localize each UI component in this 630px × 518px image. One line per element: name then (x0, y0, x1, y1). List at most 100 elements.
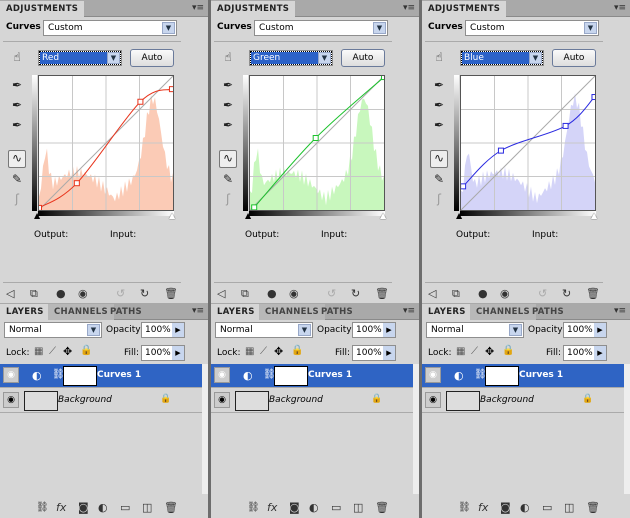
channel-select[interactable]: Green ▼ (249, 50, 333, 66)
opacity-input[interactable]: 100% ▶ (352, 322, 396, 338)
curves-graph[interactable] (460, 75, 598, 211)
lock-all-icon[interactable]: 🔒 (80, 345, 92, 356)
lock-transparent-icon[interactable]: ▦ (456, 346, 465, 357)
white-slider[interactable]: ▲ (380, 211, 386, 220)
new-adjustment-icon[interactable]: ◐ (309, 501, 319, 514)
tab-paths[interactable]: PATHS (315, 304, 359, 320)
mask-icon[interactable]: ● (267, 287, 277, 300)
add-mask-icon[interactable]: ◙ (289, 501, 300, 514)
fill-input[interactable]: 100% ▶ (352, 345, 396, 361)
curve-point[interactable] (312, 135, 319, 142)
visibility-icon[interactable]: ◉ (78, 287, 88, 300)
white-slider[interactable]: ▲ (169, 211, 175, 220)
lock-paint-icon[interactable]: ⟋ (260, 346, 267, 357)
eye-icon[interactable]: ◉ (214, 367, 230, 383)
eye-icon[interactable]: ◉ (425, 392, 441, 408)
layer-mask-thumbnail[interactable] (274, 366, 308, 386)
layer-name[interactable]: Curves 1 (308, 370, 352, 380)
lock-transparent-icon[interactable]: ▦ (34, 346, 43, 357)
white-point-eyedropper-icon[interactable]: ✒ (219, 118, 237, 136)
gray-point-eyedropper-icon[interactable]: ✒ (8, 98, 26, 116)
layer-name[interactable]: Background (269, 395, 323, 405)
layer-name[interactable]: Curves 1 (97, 370, 141, 380)
scrollbar[interactable] (624, 364, 630, 494)
blend-mode-select[interactable]: Normal ▼ (426, 322, 524, 338)
clip-icon[interactable]: ⧉ (452, 287, 460, 301)
new-layer-icon[interactable]: ◫ (142, 501, 152, 514)
opacity-input[interactable]: 100% ▶ (563, 322, 607, 338)
panel-menu-icon[interactable]: ▾≡ (403, 306, 415, 316)
lock-move-icon[interactable]: ✥ (274, 345, 283, 358)
curve-point[interactable] (460, 183, 467, 190)
link-layers-icon[interactable]: ⛓ (36, 502, 49, 513)
scrollbar[interactable] (413, 364, 419, 494)
curve-point[interactable] (168, 86, 175, 93)
delete-layer-icon[interactable]: 🗑 (586, 501, 600, 514)
lock-paint-icon[interactable]: ⟋ (49, 346, 56, 357)
reset-icon[interactable]: ↻ (562, 287, 571, 300)
curve-point[interactable] (497, 147, 504, 154)
lock-move-icon[interactable]: ✥ (485, 345, 494, 358)
visibility-icon[interactable]: ◉ (500, 287, 510, 300)
delete-icon[interactable]: 🗑 (375, 287, 389, 300)
layer-name[interactable]: Curves 1 (519, 370, 563, 380)
delete-icon[interactable]: 🗑 (586, 287, 600, 300)
fx-icon[interactable]: fx (267, 501, 277, 514)
preset-select[interactable]: Custom ▼ (254, 20, 388, 36)
tab-layers[interactable]: LAYERS (422, 304, 472, 320)
eye-icon[interactable]: ◉ (425, 367, 441, 383)
gray-point-eyedropper-icon[interactable]: ✒ (430, 98, 448, 116)
back-icon[interactable]: ◁ (6, 287, 14, 300)
chevron-right-icon[interactable]: ▶ (172, 346, 184, 360)
link-layers-icon[interactable]: ⛓ (458, 502, 471, 513)
delete-layer-icon[interactable]: 🗑 (375, 501, 389, 514)
curve-point[interactable] (36, 204, 42, 211)
new-layer-icon[interactable]: ◫ (564, 501, 574, 514)
curves-graph[interactable] (249, 74, 387, 211)
mask-icon[interactable]: ● (56, 287, 66, 300)
blend-mode-select[interactable]: Normal ▼ (215, 322, 313, 338)
curve-point[interactable] (73, 180, 80, 187)
layer-mask-thumbnail[interactable] (63, 366, 97, 386)
chevron-right-icon[interactable]: ▶ (383, 346, 395, 360)
pencil-icon[interactable]: ✎ (8, 172, 26, 190)
curve-edit-icon[interactable]: ∿ (430, 150, 448, 168)
auto-button[interactable]: Auto (341, 49, 385, 67)
white-point-eyedropper-icon[interactable]: ✒ (8, 118, 26, 136)
on-image-adjust-icon[interactable]: ☝ (430, 50, 448, 68)
fx-icon[interactable]: fx (478, 501, 488, 514)
mask-icon[interactable]: ● (478, 287, 488, 300)
opacity-input[interactable]: 100% ▶ (141, 322, 185, 338)
lock-paint-icon[interactable]: ⟋ (471, 346, 478, 357)
preset-select[interactable]: Custom ▼ (43, 20, 177, 36)
previous-state-icon[interactable]: ↺ (116, 287, 125, 300)
panel-menu-icon[interactable]: ▾≡ (192, 3, 204, 13)
black-point-eyedropper-icon[interactable]: ✒ (219, 78, 237, 96)
previous-state-icon[interactable]: ↺ (327, 287, 336, 300)
layer-row-curves[interactable]: ◉ ◐ ⛓ Curves 1 (422, 364, 624, 388)
auto-button[interactable]: Auto (552, 49, 596, 67)
black-slider[interactable]: ▲ (34, 211, 40, 220)
black-slider[interactable]: ▲ (245, 211, 251, 220)
smooth-icon[interactable]: ʃ (430, 192, 448, 210)
blend-mode-select[interactable]: Normal ▼ (4, 322, 102, 338)
panel-menu-icon[interactable]: ▾≡ (192, 306, 204, 316)
tab-adjustments[interactable]: ADJUSTMENTS (422, 1, 507, 17)
pencil-icon[interactable]: ✎ (430, 172, 448, 190)
lock-transparent-icon[interactable]: ▦ (245, 346, 254, 357)
delete-icon[interactable]: 🗑 (164, 287, 178, 300)
tab-paths[interactable]: PATHS (104, 304, 148, 320)
tab-adjustments[interactable]: ADJUSTMENTS (0, 1, 85, 17)
fill-input[interactable]: 100% ▶ (141, 345, 185, 361)
clip-icon[interactable]: ⧉ (241, 287, 249, 301)
back-icon[interactable]: ◁ (428, 287, 436, 300)
curve-point[interactable] (251, 204, 258, 211)
smooth-icon[interactable]: ʃ (8, 192, 26, 210)
tab-layers[interactable]: LAYERS (0, 304, 50, 320)
delete-layer-icon[interactable]: 🗑 (164, 501, 178, 514)
black-point-eyedropper-icon[interactable]: ✒ (8, 78, 26, 96)
chevron-right-icon[interactable]: ▶ (172, 323, 184, 337)
curve-point[interactable] (381, 74, 387, 81)
layer-mask-thumbnail[interactable] (485, 366, 519, 386)
auto-button[interactable]: Auto (130, 49, 174, 67)
